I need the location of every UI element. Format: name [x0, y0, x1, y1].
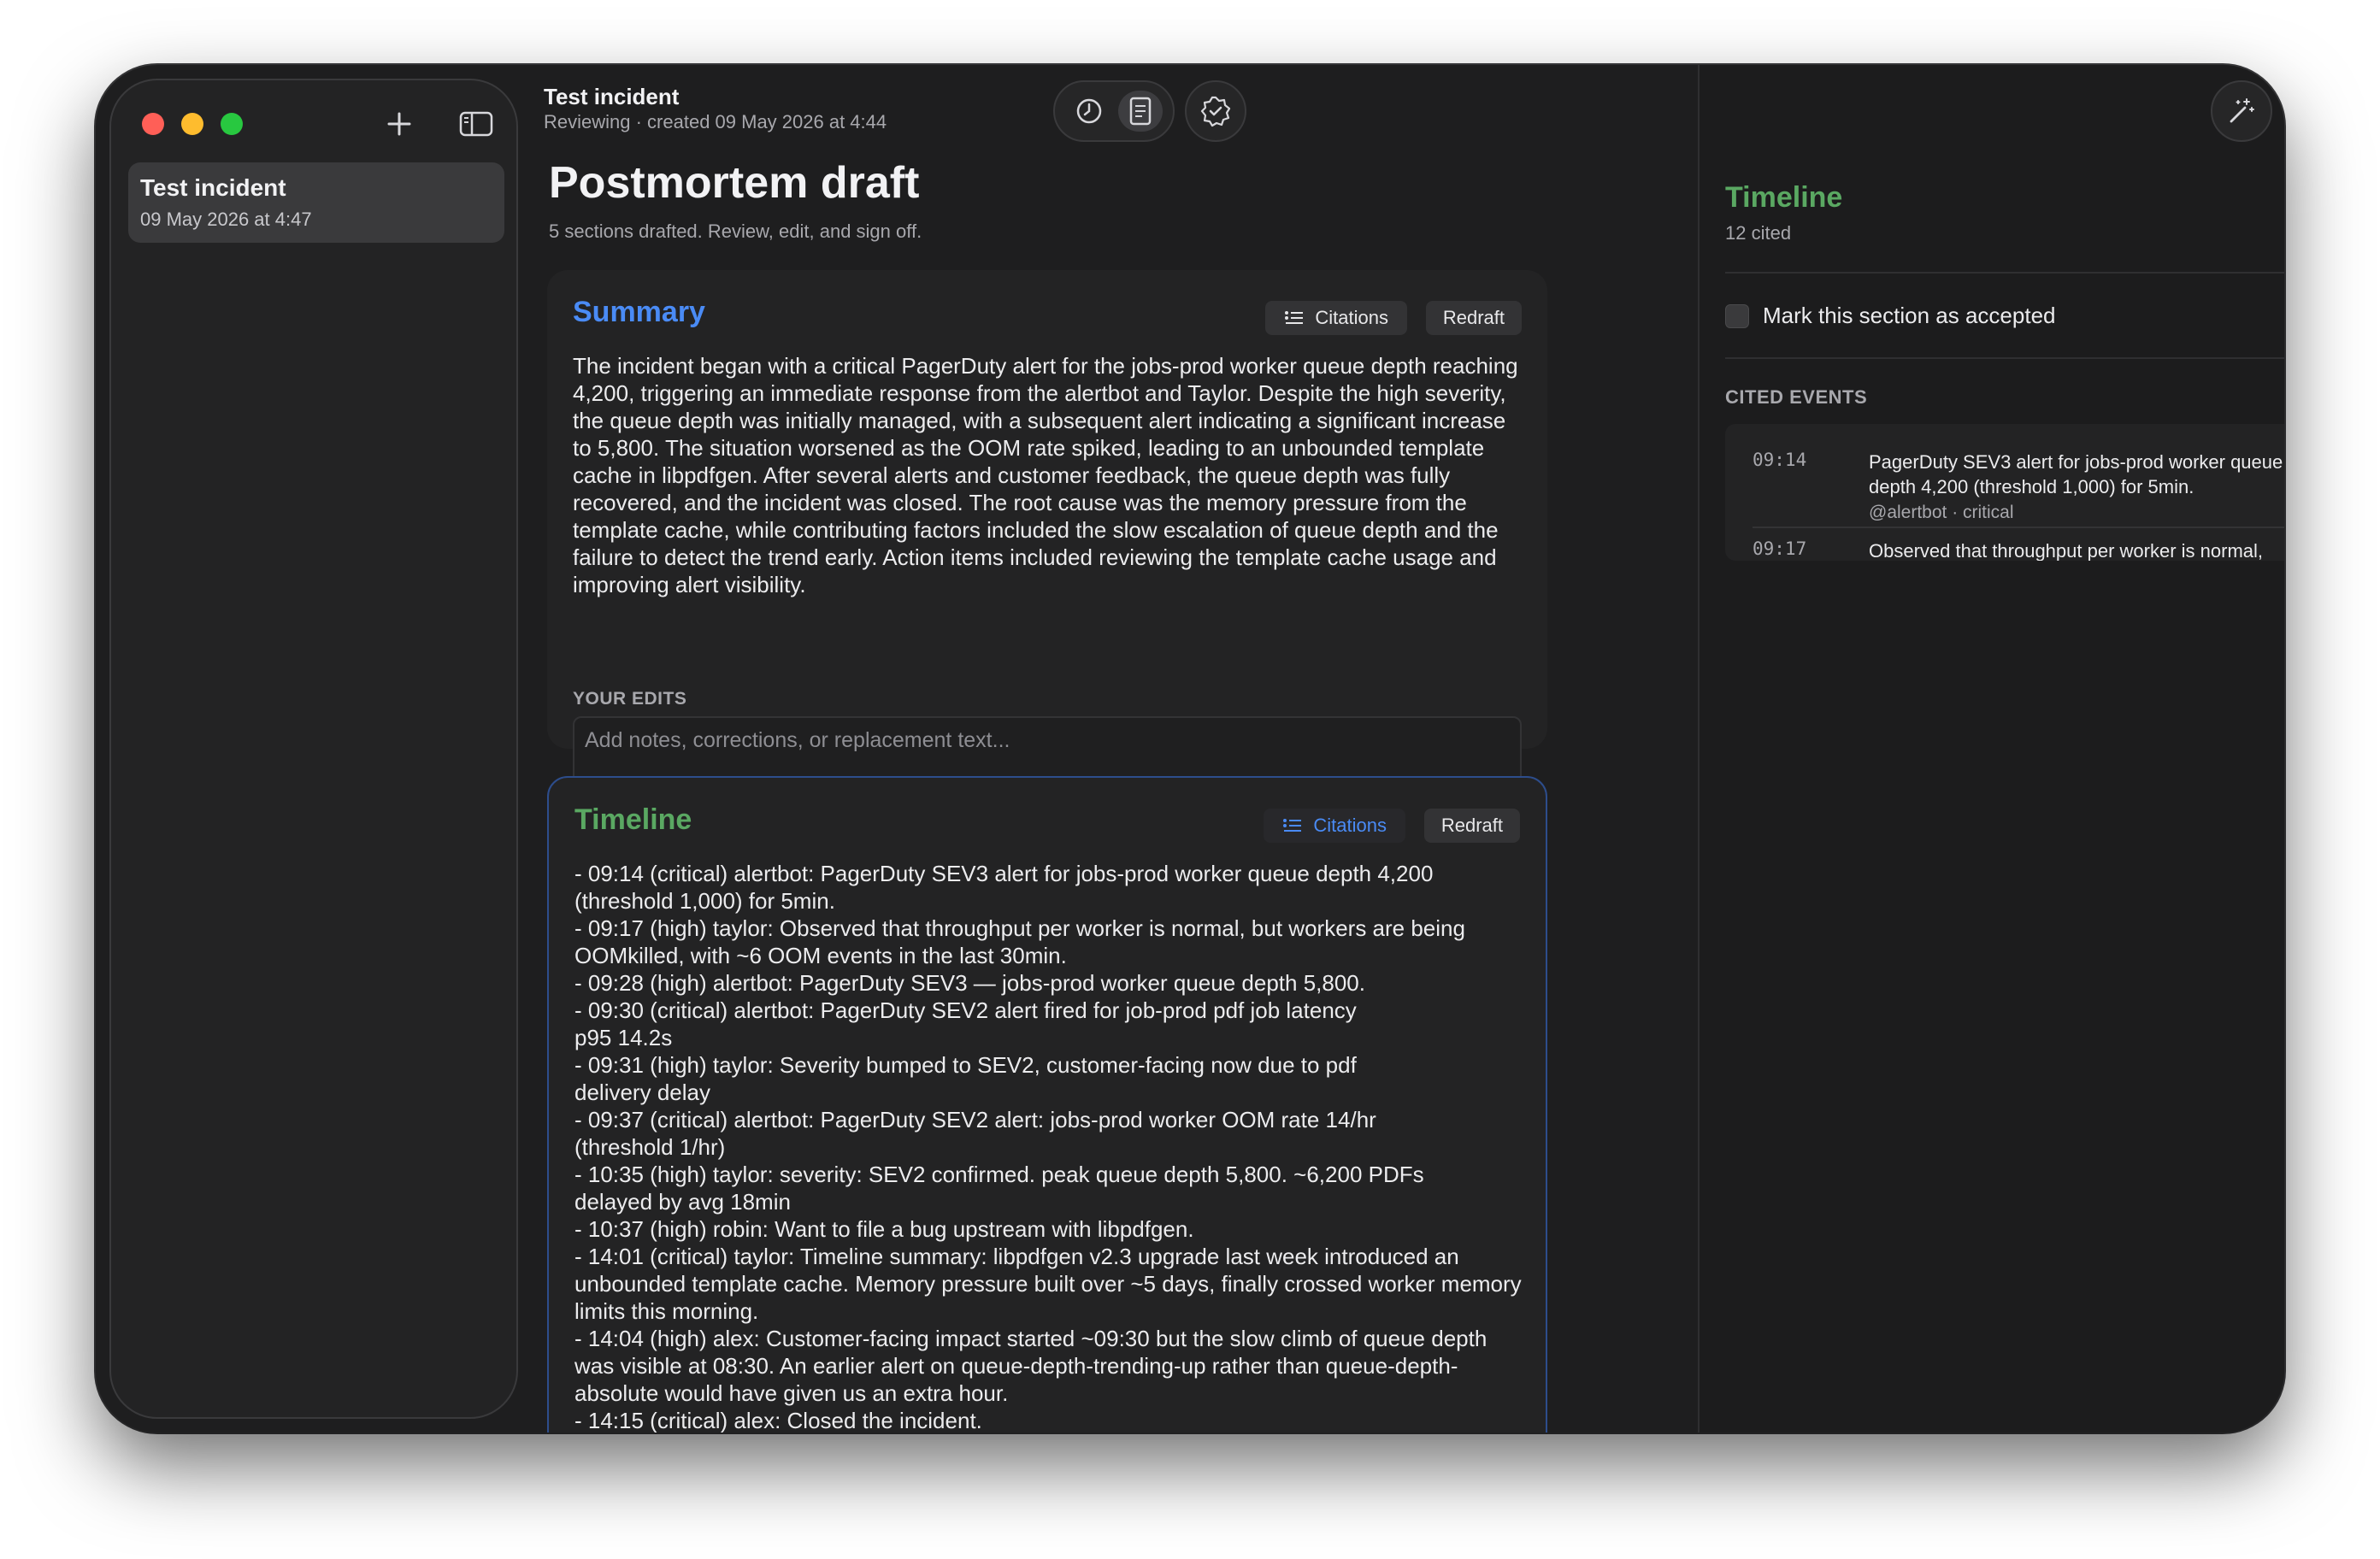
magic-wand-icon	[2230, 98, 2254, 123]
section-title: Timeline	[574, 803, 692, 836]
divider	[1753, 527, 2284, 528]
document-icon	[1129, 97, 1152, 126]
draft-view-button[interactable]	[1118, 91, 1163, 132]
new-incident-button[interactable]	[380, 104, 419, 144]
event-text: PagerDuty SEV3 alert for jobs-prod worke…	[1869, 451, 2283, 497]
cited-events-label: CITED EVENTS	[1725, 386, 1868, 408]
redraft-label: Redraft	[1442, 307, 1505, 328]
list-icon	[1285, 311, 1304, 324]
inspector-panel: Timeline 12 cited Mark this section as a…	[1698, 65, 2284, 1433]
plus-icon	[387, 112, 411, 136]
section-body: The incident began with a critical Pager…	[573, 353, 1518, 597]
magic-button[interactable]	[2211, 80, 2272, 142]
accept-checkbox[interactable]	[1725, 303, 1749, 328]
toggle-sidebar-button[interactable]	[457, 104, 496, 144]
sidebar: Test incident 09 May 2026 at 4:47	[109, 79, 518, 1419]
divider	[1725, 357, 2284, 359]
list-icon	[1283, 819, 1302, 832]
app-window: Test incident 09 May 2026 at 4:47 Test i…	[96, 65, 2284, 1433]
redraft-button[interactable]: Redraft	[1425, 301, 1522, 335]
cited-events-list: 09:14 PagerDuty SEV3 alert for jobs-prod…	[1725, 424, 2284, 561]
summary-section: Summary Citations Redraft The incident b…	[547, 270, 1547, 786]
redraft-label: Redraft	[1440, 815, 1503, 836]
divider	[1725, 272, 2284, 274]
citations-button[interactable]: Citations	[1264, 809, 1405, 843]
edits-label: YOUR EDITS	[573, 689, 687, 709]
event-time: 09:14	[1753, 450, 1807, 470]
accept-label: Mark this section as accepted	[1763, 303, 2056, 328]
history-view-button[interactable]	[1067, 91, 1111, 132]
event-meta: @alertbot · critical	[1869, 503, 2014, 522]
cited-count: 12 cited	[1725, 222, 1792, 244]
close-window-button[interactable]	[142, 113, 164, 135]
inspector-title: Timeline	[1725, 181, 1843, 214]
event-time: 09:17	[1753, 538, 1807, 559]
citations-label: Citations	[1313, 815, 1387, 836]
redraft-button[interactable]: Redraft	[1423, 809, 1520, 843]
section-body: - 09:14 (critical) alertbot: PagerDuty S…	[574, 861, 1522, 1433]
incident-title: Test incident	[140, 174, 286, 201]
clock-icon	[1076, 98, 1102, 124]
zoom-window-button[interactable]	[221, 113, 243, 135]
window-subtitle: Reviewing · created 09 May 2026 at 4:44	[544, 111, 887, 132]
page-title: Postmortem draft	[549, 158, 920, 208]
checkmark-seal-icon	[1200, 96, 1231, 127]
sidebar-item-incident[interactable]: Test incident 09 May 2026 at 4:47	[128, 162, 504, 243]
section-title: Summary	[573, 296, 705, 328]
verify-button[interactable]	[1185, 80, 1246, 142]
main-content: Test incident Reviewing · created 09 May…	[518, 65, 1698, 1433]
minimize-window-button[interactable]	[181, 113, 203, 135]
view-segmented-control	[1053, 80, 1175, 142]
citations-button[interactable]: Citations	[1265, 301, 1407, 335]
citations-label: Citations	[1315, 307, 1388, 328]
window-title: Test incident	[544, 84, 680, 109]
incident-date: 09 May 2026 at 4:47	[140, 209, 312, 230]
timeline-section: Timeline Citations Redraft - 09:14 (crit…	[547, 776, 1547, 1433]
event-text: Observed that throughput per worker is n…	[1869, 540, 2264, 561]
sidebar-icon	[459, 111, 493, 137]
accept-row: Mark this section as accepted	[1725, 303, 2056, 329]
page-subtitle: 5 sections drafted. Review, edit, and si…	[549, 221, 922, 242]
